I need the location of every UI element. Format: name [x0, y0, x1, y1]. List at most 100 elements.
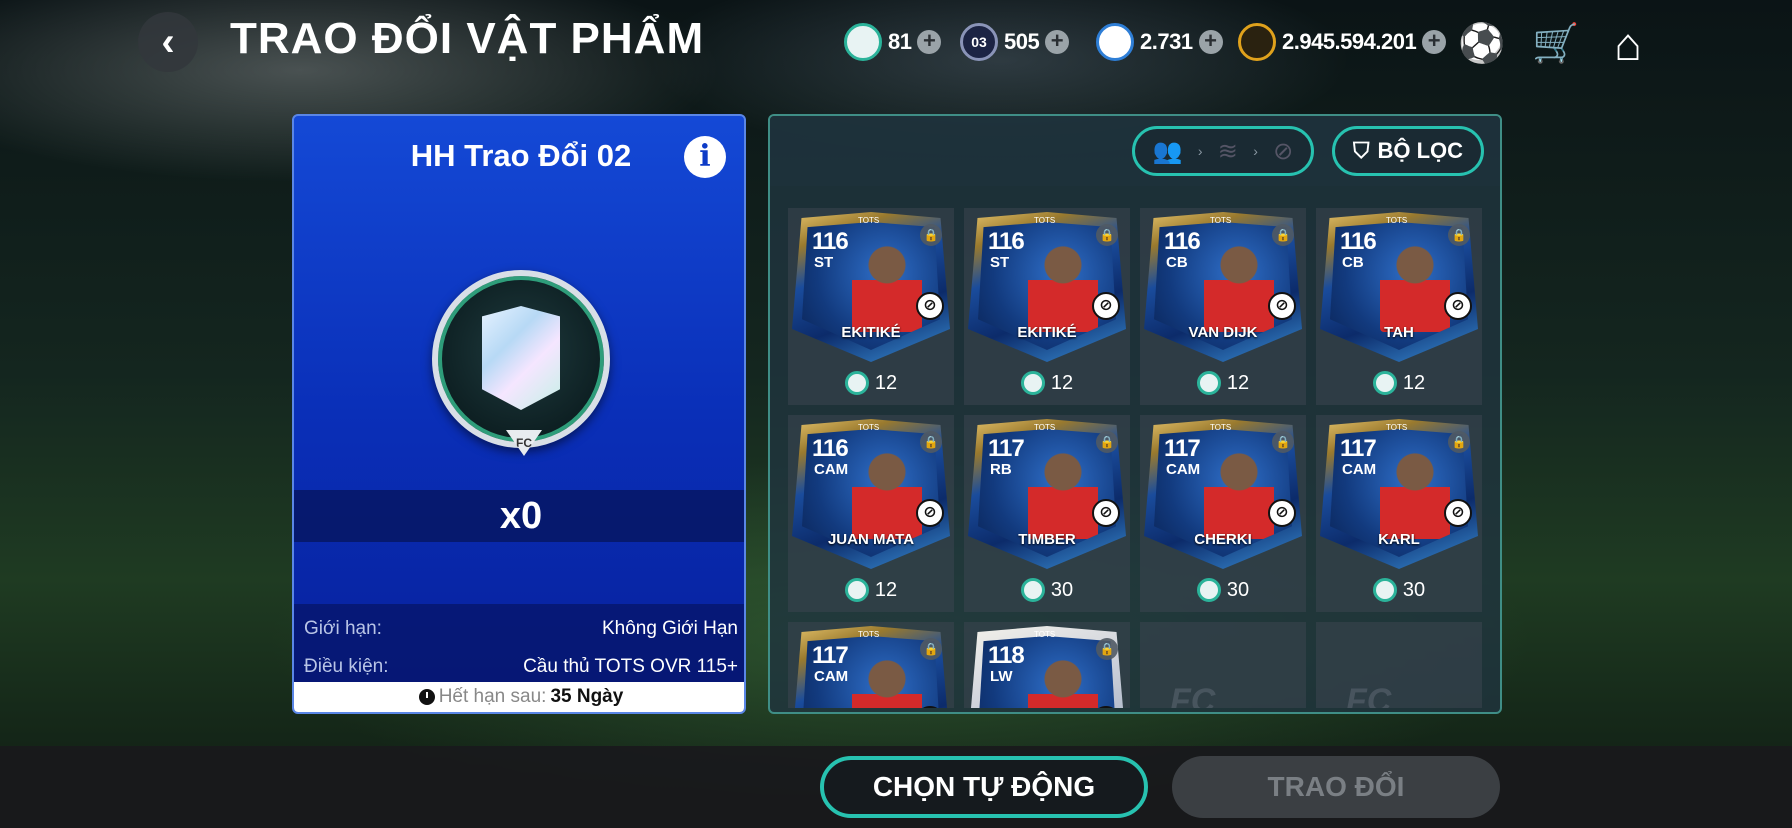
player-card-slot[interactable]: TOTS 116 ST EKITIKÉ 🔒 ⊘ 12 [964, 208, 1130, 405]
player-card[interactable]: TOTS 116 ST EKITIKÉ 🔒 ⊘ [968, 212, 1126, 362]
player-position: RB [990, 461, 1012, 478]
ball-icon[interactable]: ⚽ [1458, 20, 1506, 68]
no-trade-icon: ⊘ [1092, 292, 1120, 320]
timer-icon [418, 689, 435, 705]
no-trade-icon: ⊘ [1268, 292, 1296, 320]
cost-value: 30 [1050, 578, 1074, 601]
player-card[interactable]: TOTS117CAM🔒⊘ [792, 626, 950, 708]
player-card-slot[interactable]: TOTS 116 ST EKITIKÉ 🔒 ⊘ 12 [788, 208, 954, 405]
fc-coin-icon [1238, 23, 1276, 61]
exchange-title: HH Trao Đổi 02 [410, 138, 632, 173]
filter-chain[interactable]: 👥 › ≋ › ⊘ [1132, 126, 1314, 176]
player-card-slot[interactable]: TOTS 117 CAM KARL 🔒 ⊘ 30 [1316, 415, 1482, 612]
player-portrait [1380, 246, 1450, 332]
lock-icon: 🔒 [920, 638, 942, 660]
currency-player-coins: 2.731 + [1096, 22, 1223, 62]
player-ovr: 117 [1164, 435, 1201, 462]
currency-fc-points: 2.945.594.201 + [1238, 22, 1447, 62]
add-03-tokens-button[interactable]: + [1045, 30, 1070, 54]
player-ovr: 117 [988, 435, 1025, 462]
card-tag: TOTS [858, 423, 880, 432]
cost-value: 12 [1402, 371, 1426, 394]
player-card[interactable]: TOTS 116 CB TAH 🔒 ⊘ [1320, 212, 1478, 362]
card-tag: TOTS [1210, 423, 1232, 432]
player-ovr: 117 [812, 642, 849, 669]
player-card[interactable]: TOTS 116 CAM JUAN MATA 🔒 ⊘ [792, 419, 950, 569]
player-selection-panel: 👥 › ≋ › ⊘ ⛉ BỘ LỌC TOTS 116 ST EKITIKÉ 🔒 ⊘ 12 T… [768, 114, 1502, 714]
fc-logo-icon: FC [506, 430, 542, 456]
filter-label: BỘ LỌC [1377, 138, 1464, 163]
player-portrait [852, 453, 922, 539]
player-card-slot[interactable]: TOTS117CAM🔒⊘ [788, 622, 954, 708]
exchange-item-panel: HH Trao Đổi 02 i FC x0 Giới hạn: Không G… [292, 114, 746, 714]
card-cost: 30 [964, 576, 1130, 604]
player-card-slot[interactable]: TOTS 116 CB VAN DIJK 🔒 ⊘ 12 [1140, 208, 1306, 405]
cost-value: 12 [874, 578, 898, 601]
player-card[interactable]: TOTS 116 ST EKITIKÉ 🔒 ⊘ [792, 212, 950, 362]
back-button[interactable]: ‹ [138, 12, 198, 72]
currency-value: 81 [888, 29, 912, 54]
lock-icon: 🔒 [1272, 224, 1294, 246]
player-ovr: 117 [1340, 435, 1377, 462]
player-card-slot[interactable]: TOTS 117 CAM CHERKI 🔒 ⊘ 30 [1140, 415, 1306, 612]
player-card[interactable]: TOTS 117 CAM KARL 🔒 ⊘ [1320, 419, 1478, 569]
trade-button[interactable]: TRAO ĐỔI [1172, 756, 1500, 818]
home-icon[interactable]: ⌂ [1604, 18, 1652, 70]
player-portrait [852, 660, 922, 708]
player-card-slot[interactable]: TOTS 117 RB TIMBER 🔒 ⊘ 30 [964, 415, 1130, 612]
empty-card-slot: FC [1140, 622, 1306, 708]
filter-button[interactable]: ⛉ BỘ LỌC [1332, 126, 1484, 176]
coins-stack-icon: ≋ [1217, 137, 1238, 165]
cart-icon[interactable]: 🛒 [1532, 20, 1580, 68]
currency-value: 2.731 [1140, 29, 1193, 54]
player-position: CAM [1342, 461, 1377, 478]
fc-logo-icon: FC [1170, 682, 1216, 708]
players-icon: 👥 [1152, 137, 1183, 165]
add-player-coins-button[interactable]: + [1198, 30, 1223, 54]
player-card-slot[interactable]: TOTS118LW🔒⊘ [964, 622, 1130, 708]
cost-value: 30 [1402, 578, 1426, 601]
exchange-details: Giới hạn: Không Giới Hạn Điều kiện: Cầu … [294, 604, 744, 686]
card-tag: TOTS [1034, 423, 1056, 432]
limit-value: Không Giới Hạn [601, 618, 738, 639]
shield-token-icon [1372, 371, 1397, 395]
card-tag: TOTS [858, 630, 880, 639]
card-tag: TOTS [1034, 630, 1056, 639]
card-tag: TOTS [1386, 216, 1408, 225]
player-card-slot[interactable]: TOTS 116 CAM JUAN MATA 🔒 ⊘ 12 [788, 415, 954, 612]
shield-token-icon [844, 23, 882, 61]
shield-token-icon [1020, 578, 1045, 602]
expiry-value: 35 Ngày [550, 686, 624, 707]
item-count: x0 [294, 490, 744, 542]
shield-token-icon [1020, 371, 1045, 395]
cost-value: 12 [1050, 371, 1074, 394]
add-fc-points-button[interactable]: + [1422, 30, 1447, 54]
no-trade-icon: ⊘ [1273, 137, 1294, 165]
lock-icon: 🔒 [1448, 431, 1470, 453]
card-cost: 12 [964, 369, 1130, 397]
auto-select-button[interactable]: CHỌN TỰ ĐỘNG [820, 756, 1148, 818]
player-card[interactable]: TOTS 116 CB VAN DIJK 🔒 ⊘ [1144, 212, 1302, 362]
player-card[interactable]: TOTS 117 RB TIMBER 🔒 ⊘ [968, 419, 1126, 569]
condition-label: Điều kiện: [304, 656, 389, 677]
player-name: VAN DIJK [1188, 324, 1258, 341]
info-button[interactable]: i [684, 136, 726, 178]
add-shield-tokens-button[interactable]: + [917, 30, 942, 54]
player-portrait [1204, 453, 1274, 539]
player-position: ST [814, 254, 834, 271]
card-cost: 12 [788, 369, 954, 397]
limit-row: Giới hạn: Không Giới Hạn [304, 614, 738, 644]
player-card[interactable]: TOTS118LW🔒⊘ [968, 626, 1126, 708]
shield-token-large-icon: FC [432, 270, 610, 456]
lock-icon: 🔒 [920, 431, 942, 453]
player-portrait [1028, 660, 1098, 708]
lock-icon: 🔒 [1096, 224, 1118, 246]
player-ovr: 116 [812, 228, 849, 255]
lock-icon: 🔒 [1448, 224, 1470, 246]
player-ovr: 118 [988, 642, 1025, 669]
expiry-bar: Hết hạn sau: 35 Ngày [294, 682, 744, 712]
player-card[interactable]: TOTS 117 CAM CHERKI 🔒 ⊘ [1144, 419, 1302, 569]
card-cost: 12 [1140, 369, 1306, 397]
player-position: CB [1342, 254, 1364, 271]
player-card-slot[interactable]: TOTS 116 CB TAH 🔒 ⊘ 12 [1316, 208, 1482, 405]
